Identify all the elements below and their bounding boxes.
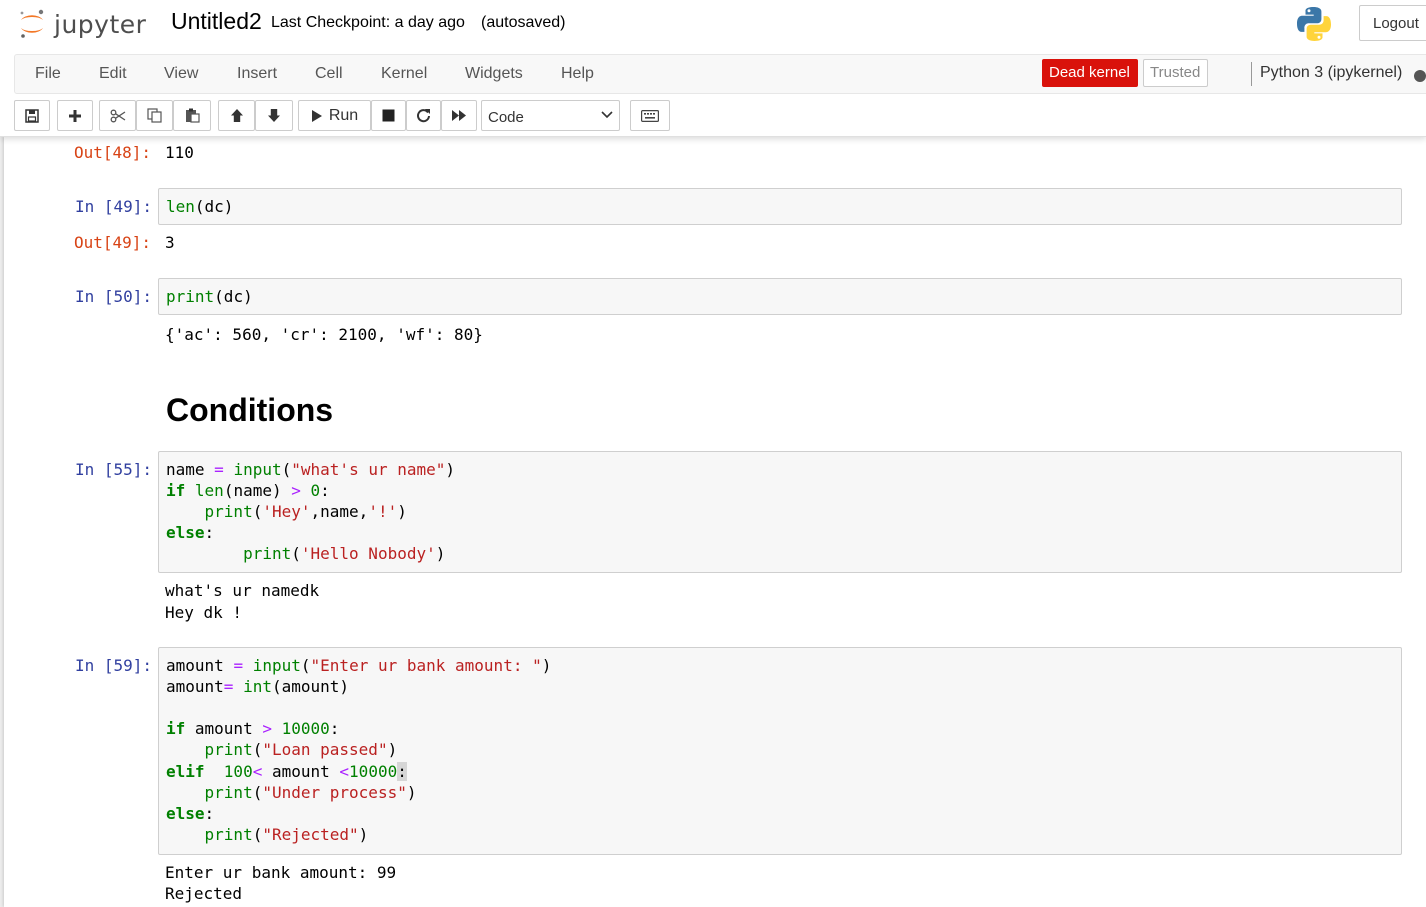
input-prompt: In [55]: <box>75 460 153 479</box>
code-line: print("Rejected") <box>204 825 369 844</box>
chevron-down-icon <box>601 111 613 119</box>
output-prompt: Out[49]: <box>74 233 152 252</box>
kernel-indicator-icon <box>1414 70 1426 82</box>
interrupt-button[interactable] <box>371 100 406 131</box>
checkpoint-status: Last Checkpoint: a day ago <box>271 14 465 31</box>
code-line: amount= int(amount) <box>166 677 350 696</box>
restart-run-all-button[interactable] <box>441 100 477 131</box>
code-line: print('Hey',name,'!') <box>204 502 407 521</box>
move-up-button[interactable] <box>218 100 255 131</box>
run-label: Run <box>328 106 359 124</box>
menu-widgets[interactable]: Widgets <box>465 65 523 83</box>
code-line: if amount > 10000: <box>166 719 340 738</box>
restart-icon <box>417 109 430 123</box>
cut-button[interactable] <box>99 100 136 131</box>
code-line: print("Under process") <box>204 783 417 802</box>
output-text: {'ac': 560, 'cr': 2100, 'wf': 80} <box>165 325 483 344</box>
command-palette-button[interactable] <box>630 100 670 131</box>
python-logo-icon <box>1297 7 1331 41</box>
code-line: elif 100< amount <10000: <box>166 762 407 781</box>
menu-insert[interactable]: Insert <box>237 65 277 83</box>
notebook-container: Out[48]: 110 In [49]: len(dc) Out[49]: 3… <box>4 137 1426 907</box>
menu-edit[interactable]: Edit <box>99 65 127 83</box>
code-cell-input[interactable]: print(dc) <box>158 278 1402 315</box>
save-icon <box>25 108 39 123</box>
output-text: 110 <box>165 143 194 162</box>
notebook-header: jupyter Untitled2 Last Checkpoint: a day… <box>0 0 1426 137</box>
code-line: len(dc) <box>166 197 234 216</box>
jupyter-logo[interactable]: jupyter <box>18 6 146 42</box>
jupyter-logo-icon <box>20 9 44 38</box>
code-cell-input[interactable]: name = input("what's ur name") if len(na… <box>158 451 1402 573</box>
trusted-indicator[interactable]: Trusted <box>1143 59 1208 87</box>
input-prompt: In [49]: <box>75 197 153 216</box>
logout-button[interactable]: Logout <box>1359 5 1426 41</box>
keyboard-icon <box>641 109 659 122</box>
arrow-up-icon <box>230 109 243 122</box>
restart-button[interactable] <box>406 100 441 131</box>
stop-icon <box>382 109 395 122</box>
code-line: print("Loan passed") <box>204 740 398 759</box>
menu-file[interactable]: File <box>35 65 61 83</box>
code-line: if len(name) > 0: <box>166 481 330 500</box>
cell-type-value: Code <box>488 109 524 126</box>
paste-icon <box>185 108 200 123</box>
output-prompt: Out[48]: <box>74 143 152 162</box>
move-down-button[interactable] <box>255 100 293 131</box>
code-line: amount = input("Enter ur bank amount: ") <box>166 656 552 675</box>
scissors-icon <box>110 109 125 122</box>
output-text: Enter ur bank amount: 99 <box>165 863 397 882</box>
menu-cell[interactable]: Cell <box>315 65 343 83</box>
kernel-divider <box>1251 62 1252 86</box>
code-line: else: <box>166 804 215 823</box>
fast-forward-icon <box>452 110 466 121</box>
jupyter-wordmark: jupyter <box>54 9 147 39</box>
output-text: Rejected <box>165 884 243 903</box>
play-icon <box>311 109 322 122</box>
menu-help[interactable]: Help <box>561 65 594 83</box>
arrow-down-icon <box>268 109 280 122</box>
copy-icon <box>147 108 162 123</box>
cell-type-select[interactable]: Code <box>481 100 620 131</box>
code-line: print('Hello Nobody') <box>243 544 446 563</box>
input-prompt: In [59]: <box>75 656 153 675</box>
output-text: what's ur namedk <box>165 581 320 600</box>
code-cell-input[interactable]: amount = input("Enter ur bank amount: ")… <box>158 647 1402 855</box>
input-prompt: In [50]: <box>75 287 153 306</box>
autosave-status: (autosaved) <box>481 14 566 31</box>
code-line: else: <box>166 523 215 542</box>
output-text: 3 <box>165 233 175 252</box>
menu-bar: File Edit View Insert Cell Kernel Widget… <box>14 54 1426 94</box>
plus-icon <box>69 109 81 122</box>
copy-button[interactable] <box>136 100 173 131</box>
markdown-heading[interactable]: Conditions <box>166 392 333 429</box>
run-button[interactable]: Run <box>298 100 371 131</box>
code-line: name = input("what's ur name") <box>166 460 456 479</box>
save-button[interactable] <box>14 100 50 131</box>
output-text: Hey dk ! <box>165 603 243 622</box>
kernel-name: Python 3 (ipykernel) <box>1260 64 1403 81</box>
menu-kernel[interactable]: Kernel <box>381 65 427 83</box>
kernel-status-badge[interactable]: Dead kernel <box>1042 59 1138 87</box>
menu-view[interactable]: View <box>164 65 198 83</box>
insert-cell-button[interactable] <box>57 100 93 131</box>
code-line: print(dc) <box>166 287 253 306</box>
paste-button[interactable] <box>173 100 211 131</box>
notebook-title[interactable]: Untitled2 <box>171 8 262 35</box>
code-cell-input[interactable]: len(dc) <box>158 188 1402 225</box>
